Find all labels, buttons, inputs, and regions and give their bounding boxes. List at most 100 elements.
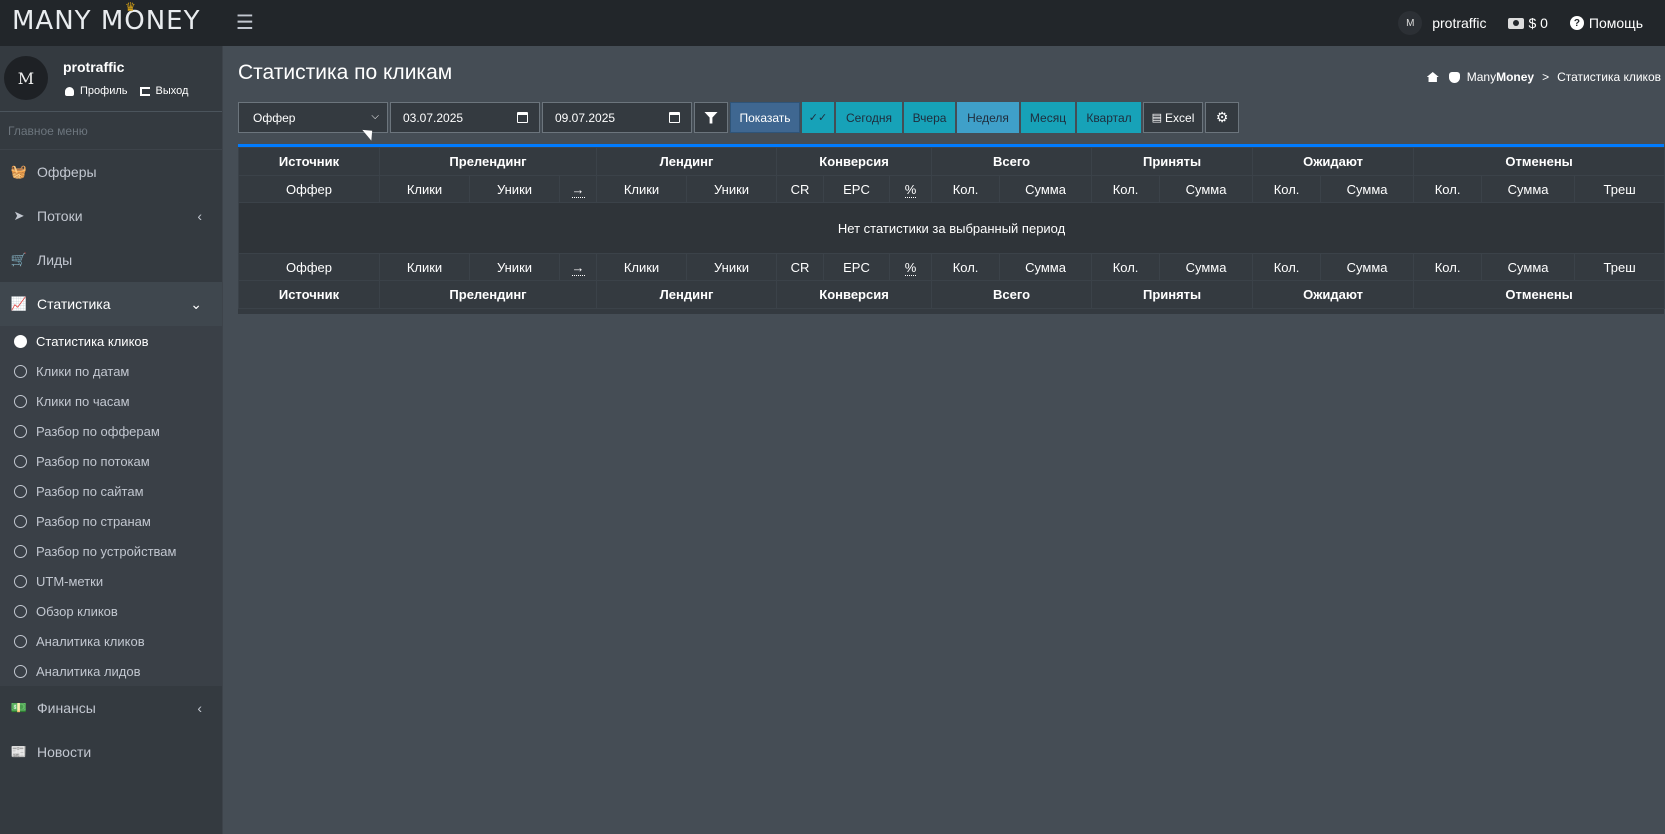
table-empty-row: Нет статистики за выбранный период [237,202,1665,254]
sidebar-subitem-click-analytics[interactable]: Аналитика кликов [0,626,222,656]
sidebar-item-streams[interactable]: ➤ Потоки ‹ [0,194,222,238]
column-header[interactable]: Кол. [1252,175,1322,203]
column-header[interactable]: Клики [596,175,688,203]
week-button[interactable]: Неделя [957,102,1019,133]
sidebar-subitem-by-countries[interactable]: Разбор по странам [0,506,222,536]
sidebar-subitem-click-stats[interactable]: Статистика кликов [0,326,222,356]
column-group-header: Прелендинг [378,147,598,176]
user-avatar[interactable]: M [4,56,48,100]
circle-icon [14,604,27,618]
money-icon: 💵 [10,700,28,715]
filter-toolbar: Оффер ⌵ 03.07.2025 09.07.2025 Показать ✓… [238,102,1239,134]
breadcrumb-root-text: Many [1466,70,1497,84]
column-footer: Сумма [1481,253,1576,281]
home-icon[interactable] [1426,72,1439,82]
sidebar-item-finance[interactable]: 💵 Финансы ‹ [0,686,222,730]
yesterday-button[interactable]: Вчера [904,102,955,133]
statistics-submenu: Статистика кликов Клики по датам Клики п… [0,326,222,686]
hamburger-menu-icon[interactable]: ☰ [236,10,254,35]
sidebar-subitem-label: Обзор кликов [36,603,118,619]
column-header[interactable]: → [558,175,598,203]
quarter-button[interactable]: Квартал [1077,102,1141,133]
breadcrumb: ManyMoney > Статистика кликов [1426,70,1661,84]
column-header[interactable]: Уники [469,175,560,203]
column-group-footer: Ожидают [1252,280,1415,309]
sidebar-item-news[interactable]: 📰 Новости [0,730,222,774]
chevron-left-icon: ‹ [197,700,202,716]
column-header[interactable]: % [889,175,933,203]
column-header[interactable]: Кол. [1091,175,1161,203]
settings-button[interactable]: ⚙ [1205,102,1239,133]
column-header[interactable]: CR [776,175,825,203]
column-header[interactable]: Сумма [1159,175,1254,203]
show-button[interactable]: Показать [730,102,800,133]
crown-icon: ♛ [125,0,137,14]
column-group-footer: Конверсия [776,280,933,309]
date-from-input[interactable]: 03.07.2025 [390,102,540,133]
column-header[interactable]: Сумма [1320,175,1415,203]
sidebar-subitem-click-overview[interactable]: Обзор кликов [0,596,222,626]
top-navbar: MANY MONEY ♛ ☰ M protraffic $ 0 ? Помощь [0,0,1665,46]
sidebar-subitem-clicks-by-hour[interactable]: Клики по часам [0,386,222,416]
chevron-down-icon: ⌄ [190,295,202,312]
paper-plane-icon: ➤ [13,208,25,223]
user-menu[interactable]: M protraffic [1398,11,1486,35]
sidebar-subitem-utm[interactable]: UTM-метки [0,566,222,596]
column-group-header: Конверсия [776,147,933,176]
double-check-button[interactable]: ✓✓ [802,102,834,133]
sidebar-subitem-lead-analytics[interactable]: Аналитика лидов [0,656,222,686]
column-header[interactable]: EPC [823,175,891,203]
column-group-footer: Источник [238,280,380,309]
calendar-icon[interactable] [517,112,528,123]
column-header[interactable]: Кол. [1413,175,1483,203]
column-header[interactable]: Оффер [238,175,380,203]
table-footer-subheader-row: Оффер Клики Уники → Клики Уники CR EPC %… [238,253,1665,281]
sidebar-subitem-label: Разбор по устройствам [36,543,177,559]
sidebar-subitem-label: Статистика кликов [36,333,149,349]
circle-icon [14,394,27,408]
today-button[interactable]: Сегодня [836,102,902,133]
sidebar-subitem-by-offers[interactable]: Разбор по офферам [0,416,222,446]
column-footer: Клики [596,253,688,281]
column-header[interactable]: Клики [379,175,470,203]
excel-export-button[interactable]: ▤ Excel [1143,102,1203,133]
column-footer: Сумма [999,253,1093,281]
brand-logo[interactable]: MANY MONEY ♛ [12,0,201,36]
logo-text: MANY MONEY [12,6,201,36]
column-header[interactable]: Треш [1574,175,1665,203]
column-header[interactable]: Уники [686,175,778,203]
sidebar-subitem-by-devices[interactable]: Разбор по устройствам [0,536,222,566]
sidebar-subitem-label: Разбор по офферам [36,423,160,439]
column-group-footer: Лендинг [596,280,778,309]
file-excel-icon: ▤ [1151,112,1163,124]
balance-link[interactable]: $ 0 [1508,15,1548,31]
sidebar-subitem-clicks-by-date[interactable]: Клики по датам [0,356,222,386]
column-group-header: Всего [931,147,1093,176]
column-header[interactable]: Сумма [1481,175,1576,203]
column-header-text: → [571,181,585,198]
sidebar-item-label: Финансы [37,700,96,716]
user-panel: M protraffic Профиль Выход [0,46,222,112]
sidebar-item-leads[interactable]: 🛒 Лиды [0,238,222,282]
sidebar-subitem-by-sites[interactable]: Разбор по сайтам [0,476,222,506]
breadcrumb-root[interactable]: ManyMoney [1467,70,1534,84]
user-panel-name[interactable]: protraffic [63,59,124,75]
column-header[interactable]: Кол. [931,175,1001,203]
calendar-icon[interactable] [669,112,680,123]
newspaper-icon: 📰 [10,744,28,759]
help-link[interactable]: ? Помощь [1569,15,1643,31]
month-button[interactable]: Месяц [1021,102,1075,133]
column-footer: Кол. [1252,253,1322,281]
circle-icon [14,544,27,558]
column-footer: CR [776,253,825,281]
logout-link[interactable]: Выход [139,85,188,97]
profile-link[interactable]: Профиль [65,85,128,97]
sidebar-subitem-label: Разбор по потокам [36,453,150,469]
column-header[interactable]: Сумма [999,175,1093,203]
gears-icon: ⚙ [1215,109,1229,125]
sidebar-item-offers[interactable]: 🧺 Офферы [0,150,222,194]
filter-button[interactable] [694,102,728,133]
sidebar-subitem-by-streams[interactable]: Разбор по потокам [0,446,222,476]
sidebar-item-statistics[interactable]: 📈 Статистика ⌄ [0,282,222,326]
date-to-input[interactable]: 09.07.2025 [542,102,692,133]
